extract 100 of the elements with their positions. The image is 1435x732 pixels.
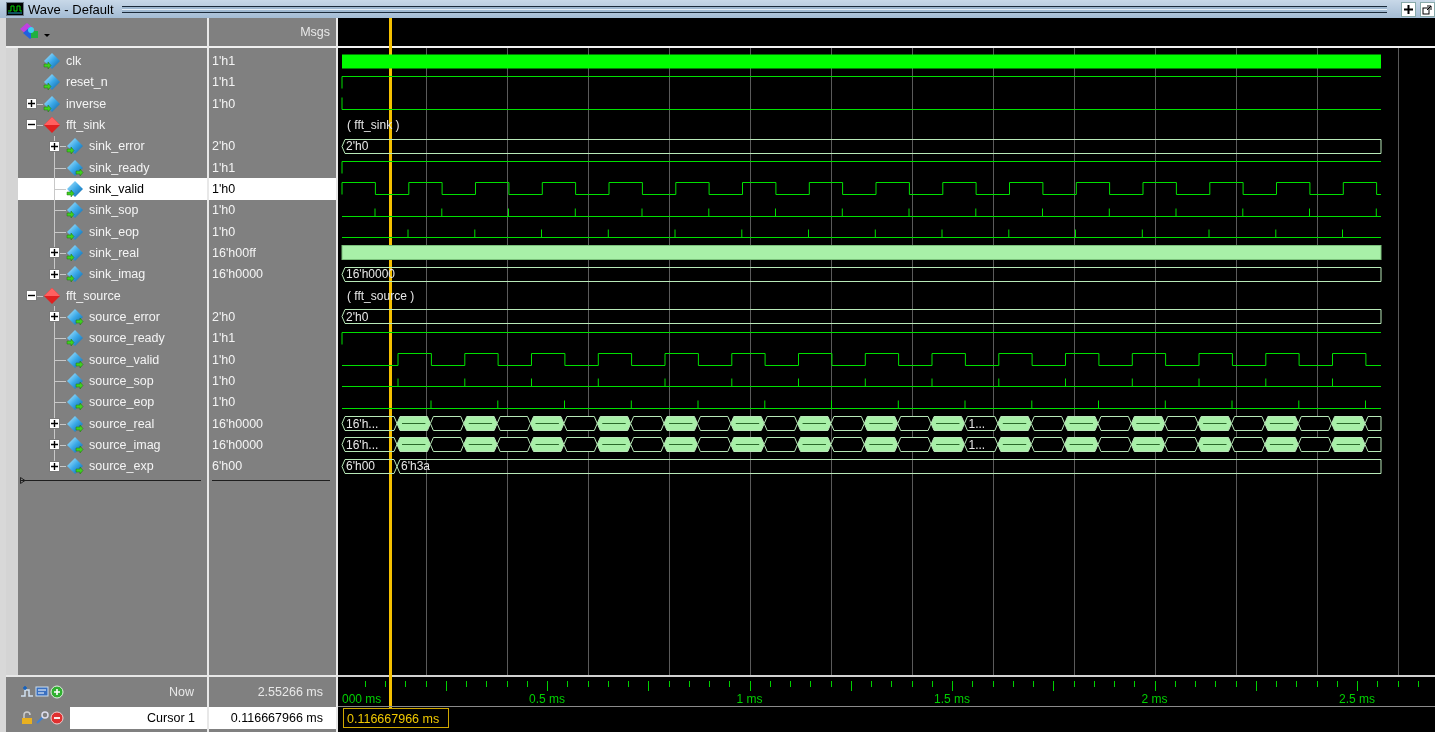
expand-button[interactable] bbox=[49, 418, 60, 430]
time-label: 0.5 ms bbox=[529, 692, 565, 706]
diamond-arrow-icon bbox=[66, 308, 84, 327]
bus-value: 16'h... bbox=[346, 416, 379, 431]
collapse-button[interactable] bbox=[26, 290, 37, 302]
diamond-arrow-icon bbox=[66, 265, 84, 284]
plus-icon bbox=[50, 440, 59, 450]
bus-value: 1... bbox=[968, 416, 986, 431]
plus-icon bbox=[1403, 3, 1414, 15]
signal-row[interactable]: source_exp bbox=[18, 455, 207, 478]
diamond-arrow-icon bbox=[66, 180, 84, 199]
signal-value: 1'h1 bbox=[212, 331, 236, 346]
signal-row[interactable]: reset_n bbox=[18, 71, 207, 94]
signal-value: 1'h0 bbox=[212, 203, 236, 218]
signal-value: 6'h00 bbox=[212, 459, 243, 474]
signal-row[interactable]: sink_real bbox=[18, 242, 207, 264]
now-time: 2.55266 ms bbox=[257, 685, 323, 699]
signal-row[interactable]: source_real bbox=[18, 413, 207, 435]
signal-name: fft_source bbox=[66, 288, 121, 303]
diamond-arrow-icon bbox=[66, 436, 84, 455]
plus-icon bbox=[50, 141, 59, 151]
signal-row[interactable]: sink_ready bbox=[18, 157, 207, 179]
signal-value: 2'h0 bbox=[212, 310, 236, 325]
bus-value: 6'h00 bbox=[346, 459, 375, 474]
signal-row[interactable]: source_error bbox=[18, 306, 207, 328]
signal-value: 2'h0 bbox=[212, 139, 236, 154]
signal-row[interactable]: sink_sop bbox=[18, 199, 207, 222]
collapse-button[interactable] bbox=[26, 119, 37, 131]
diamond-arrow-icon bbox=[43, 73, 61, 92]
bus-value: 2'h0 bbox=[346, 139, 369, 154]
plus-icon bbox=[50, 461, 59, 471]
signal-row[interactable]: sink_error bbox=[18, 135, 207, 158]
diamond-arrow-icon bbox=[66, 158, 84, 177]
signal-name: sink_eop bbox=[89, 224, 140, 239]
diamond-arrow-icon bbox=[66, 244, 84, 263]
signal-value: 1'h0 bbox=[212, 395, 236, 410]
layout-button[interactable] bbox=[18, 22, 52, 42]
expand-button[interactable] bbox=[49, 140, 60, 152]
maximize-button[interactable] bbox=[1401, 1, 1416, 17]
monitor-icon bbox=[35, 685, 49, 699]
signal-value: 16'h0000 bbox=[212, 438, 264, 453]
msgs-label: Msgs bbox=[300, 25, 330, 39]
signal-value: 1'h1 bbox=[212, 160, 236, 175]
diamond-icon bbox=[43, 116, 61, 135]
time-label: 1.5 ms bbox=[934, 692, 970, 706]
expand-button[interactable] bbox=[49, 439, 60, 451]
diamond-arrow-icon bbox=[66, 137, 84, 156]
signal-name: source_error bbox=[89, 310, 160, 325]
lock-icon bbox=[20, 711, 34, 725]
signal-value: 16'h0000 bbox=[212, 416, 264, 431]
signal-row[interactable]: inverse bbox=[18, 93, 207, 115]
signal-row[interactable]: fft_sink bbox=[18, 114, 207, 136]
now-label: Now bbox=[169, 685, 194, 699]
signal-name: sink_real bbox=[89, 246, 140, 261]
signal-value: 1'h0 bbox=[212, 96, 236, 111]
signal-row[interactable]: source_sop bbox=[18, 370, 207, 392]
signal-row[interactable]: source_ready bbox=[18, 327, 207, 350]
signal-name: sink_valid bbox=[89, 182, 144, 197]
signal-value: 1'h0 bbox=[212, 224, 236, 239]
plus-icon bbox=[50, 312, 59, 322]
signal-name: source_ready bbox=[89, 331, 165, 346]
bus-value: 6'h3a bbox=[401, 459, 430, 474]
expand-button[interactable] bbox=[49, 460, 60, 472]
cursor-time-field: 0.116667966 ms bbox=[209, 707, 336, 729]
plus-icon bbox=[50, 269, 59, 279]
signal-name: sink_ready bbox=[89, 160, 150, 175]
diamond-arrow-icon bbox=[66, 457, 84, 476]
signal-row[interactable]: sink_valid bbox=[18, 178, 207, 200]
expand-button[interactable] bbox=[49, 311, 60, 323]
expand-button[interactable] bbox=[49, 268, 60, 280]
undock-button[interactable] bbox=[1420, 1, 1435, 17]
signal-row[interactable]: clk bbox=[18, 50, 207, 72]
diamond-arrow-icon bbox=[66, 372, 84, 391]
signal-row[interactable]: source_imag bbox=[18, 434, 207, 456]
wave-add-button[interactable] bbox=[20, 685, 34, 699]
expand-button[interactable] bbox=[49, 247, 60, 259]
diamond-arrow-icon bbox=[43, 94, 61, 113]
time-label: 2 ms bbox=[1141, 692, 1168, 706]
signal-row[interactable]: sink_eop bbox=[18, 221, 207, 243]
signal-row[interactable]: source_eop bbox=[18, 391, 207, 414]
signal-row[interactable]: source_valid bbox=[18, 349, 207, 371]
diamonds-icon bbox=[18, 22, 52, 42]
remove-button[interactable] bbox=[50, 711, 64, 725]
diamond-arrow-icon bbox=[66, 222, 84, 241]
diamond-arrow-icon bbox=[43, 52, 61, 71]
add-button[interactable] bbox=[50, 685, 64, 699]
signal-value: 16'h0000 bbox=[212, 267, 264, 282]
signal-row[interactable]: sink_imag bbox=[18, 263, 207, 286]
cursor-name-field[interactable]: Cursor 1 bbox=[70, 707, 207, 729]
expand-button[interactable] bbox=[26, 98, 37, 110]
wave-window-icon bbox=[6, 2, 24, 16]
signal-name: source_eop bbox=[89, 395, 155, 410]
signal-row[interactable]: fft_source bbox=[18, 285, 207, 307]
add-icon bbox=[50, 685, 64, 699]
remove-icon bbox=[50, 711, 64, 725]
title-grip[interactable] bbox=[121, 5, 1387, 13]
bus-value: 2'h0 bbox=[346, 310, 369, 325]
signal-name: source_imag bbox=[89, 438, 161, 453]
signal-value: 1'h1 bbox=[212, 54, 236, 69]
diamond-arrow-icon bbox=[66, 393, 84, 412]
